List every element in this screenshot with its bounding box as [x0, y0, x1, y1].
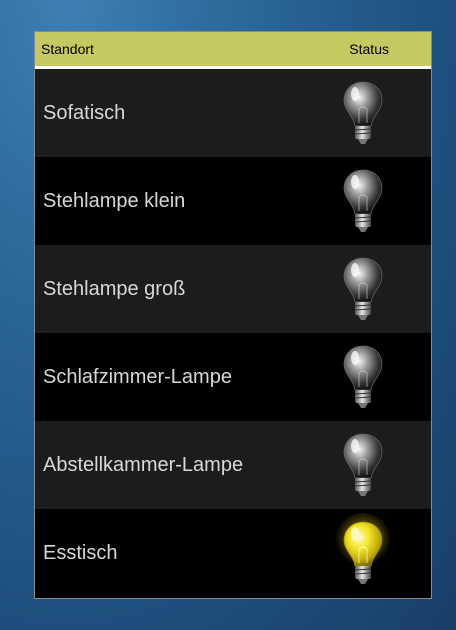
table-row[interactable]: Stehlampe klein: [35, 157, 431, 245]
table-row[interactable]: Schlafzimmer-Lampe: [35, 333, 431, 421]
light-bulb-on-icon[interactable]: [333, 513, 393, 593]
light-bulb-off-icon[interactable]: [341, 79, 385, 147]
table-row[interactable]: Abstellkammer-Lampe: [35, 421, 431, 509]
lamp-status-table: Standort Status Sofatisch Stehlampe klei…: [34, 31, 432, 599]
light-bulb-off-icon[interactable]: [341, 431, 385, 499]
table-row[interactable]: Esstisch: [35, 509, 431, 597]
row-location-label: Abstellkammer-Lampe: [43, 454, 244, 476]
row-location-label: Schlafzimmer-Lampe: [43, 366, 232, 388]
row-location-label: Sofatisch: [43, 102, 126, 124]
light-bulb-off-icon[interactable]: [341, 343, 385, 411]
row-location-label: Stehlampe klein: [43, 190, 186, 212]
light-bulb-off-icon[interactable]: [341, 167, 385, 235]
column-header-status: Status: [349, 41, 389, 57]
column-header-location: Standort: [41, 41, 94, 57]
table-row[interactable]: Sofatisch: [35, 69, 431, 157]
light-bulb-off-icon[interactable]: [341, 255, 385, 323]
table-header: Standort Status: [35, 32, 431, 69]
row-location-label: Stehlampe groß: [43, 278, 186, 300]
row-location-label: Esstisch: [43, 542, 118, 564]
table-row[interactable]: Stehlampe groß: [35, 245, 431, 333]
